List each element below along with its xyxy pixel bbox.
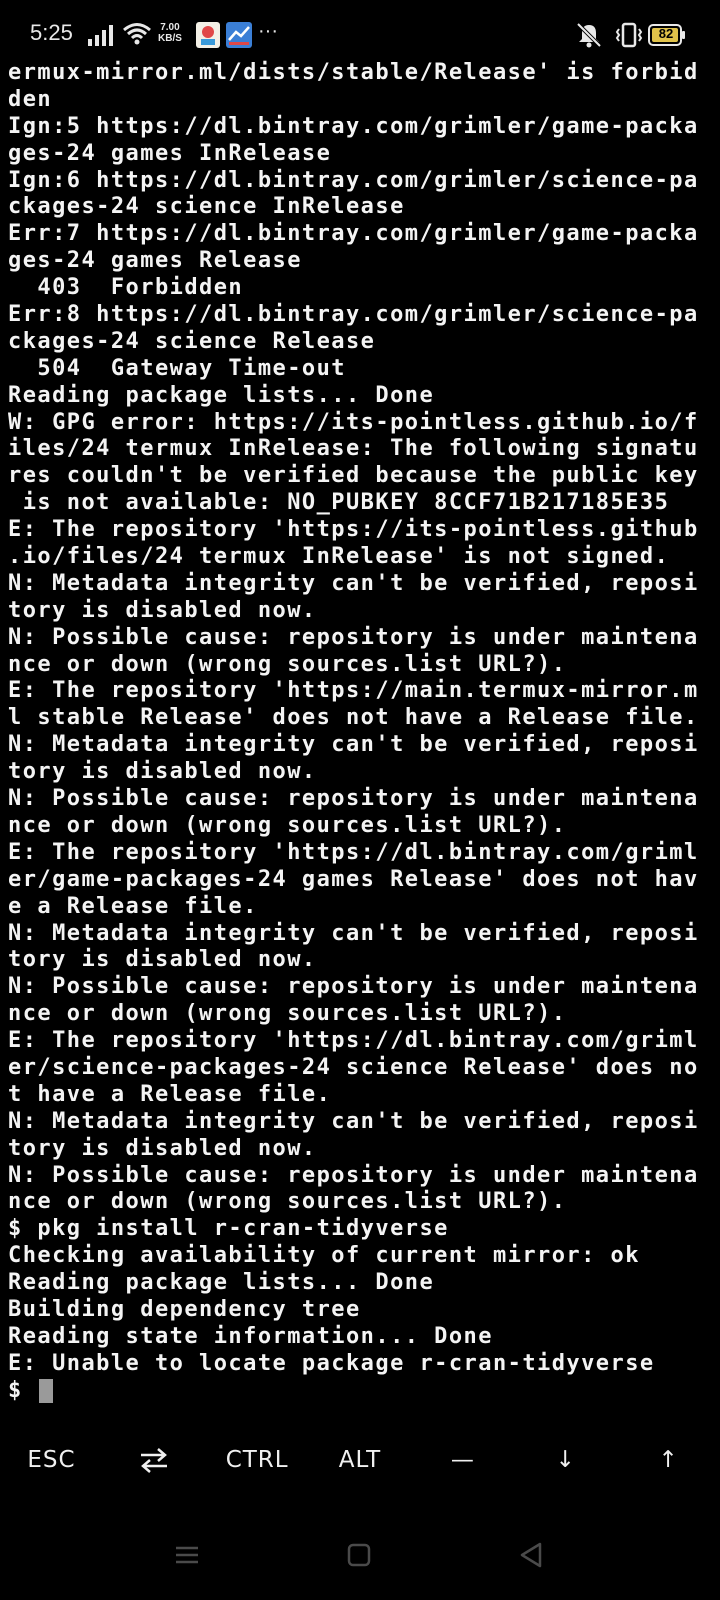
terminal-output[interactable]: ermux-mirror.ml/dists/stable/Release' is…	[0, 60, 720, 1412]
tab-arrows-icon	[141, 1448, 168, 1473]
terminal-line: N: Possible cause: repository is under m…	[8, 974, 699, 1000]
wifi-icon	[123, 23, 151, 45]
menu-icon[interactable]	[172, 1540, 202, 1570]
terminal-line: is not available: NO_PUBKEY 8CCF71B21718…	[8, 490, 670, 516]
terminal-line: ges-24 games InRelease	[8, 140, 332, 166]
network-speed-value: 7.00	[160, 22, 180, 33]
terminal-line: nce or down (wrong sources.list URL?).	[8, 651, 567, 677]
terminal-line: Checking availability of current mirror:…	[8, 1243, 640, 1269]
terminal-line: ckages-24 science InRelease	[8, 194, 405, 220]
alt-key[interactable]: ALT	[309, 1430, 412, 1490]
terminal-line: ckages-24 science Release	[8, 328, 376, 354]
ctrl-key[interactable]: CTRL	[206, 1430, 309, 1490]
home-icon[interactable]	[344, 1540, 374, 1570]
terminal-line: N: Possible cause: repository is under m…	[8, 786, 699, 812]
terminal-line: E: The repository 'https://dl.bintray.co…	[8, 839, 699, 865]
terminal-lines: ermux-mirror.ml/dists/stable/Release' is…	[0, 60, 720, 1405]
terminal-line: nce or down (wrong sources.list URL?).	[8, 812, 567, 838]
terminal-line: Ign:6 https://dl.bintray.com/grimler/sci…	[8, 167, 699, 193]
terminal-line: ermux-mirror.ml/dists/stable/Release' is…	[8, 60, 699, 85]
terminal-line: tory is disabled now.	[8, 597, 317, 623]
navigation-bar	[0, 1510, 720, 1600]
terminal-line: N: Possible cause: repository is under m…	[8, 1162, 699, 1188]
terminal-line: ges-24 games Release	[8, 248, 302, 274]
terminal-line: tory is disabled now.	[8, 947, 317, 973]
terminal-line: er/science-packages-24 science Release' …	[8, 1054, 699, 1080]
terminal-line: N: Metadata integrity can't be verified,…	[8, 920, 699, 946]
dash-key[interactable]: —	[411, 1430, 514, 1490]
terminal-line: N: Metadata integrity can't be verified,…	[8, 570, 699, 596]
up-arrow-key[interactable]: ↑	[617, 1430, 720, 1490]
terminal-line: Ign:5 https://dl.bintray.com/grimler/gam…	[8, 113, 699, 139]
terminal-line: $ pkg install r-cran-tidyverse	[8, 1216, 449, 1242]
terminal-line: W: GPG error: https://its-pointless.gith…	[8, 409, 699, 435]
terminal-line: 504 Gateway Time-out	[8, 355, 346, 381]
terminal-line: den	[8, 86, 53, 112]
network-speed: 7.00 KB/S	[158, 22, 182, 44]
notification-app-icon	[226, 22, 252, 48]
terminal-line: nce or down (wrong sources.list URL?).	[8, 1189, 567, 1215]
terminal-line: Building dependency tree	[8, 1296, 361, 1322]
terminal-line: Reading package lists... Done	[8, 382, 435, 408]
terminal-prompt-line: $	[8, 1378, 720, 1405]
network-speed-unit: KB/S	[158, 33, 182, 44]
terminal-line: N: Possible cause: repository is under m…	[8, 624, 699, 650]
mute-icon	[576, 22, 602, 48]
terminal-line: Err:8 https://dl.bintray.com/grimler/sci…	[8, 302, 699, 328]
signal-icon	[88, 25, 113, 46]
battery-level: 82	[658, 26, 674, 41]
terminal-line: Err:7 https://dl.bintray.com/grimler/gam…	[8, 221, 699, 247]
status-bar: 5:25 7.00 KB/S ··· 82	[0, 0, 720, 68]
terminal-prompt: $	[8, 1377, 38, 1403]
terminal-line: 403 Forbidden	[8, 275, 244, 301]
terminal-line: .io/files/24 termux InRelease' is not si…	[8, 544, 670, 570]
esc-key[interactable]: ESC	[0, 1430, 103, 1490]
notification-app-icon	[196, 22, 220, 48]
terminal-line: tory is disabled now.	[8, 759, 317, 785]
status-time: 5:25	[30, 20, 73, 45]
back-icon[interactable]	[516, 1540, 546, 1570]
terminal-line: l stable Release' does not have a Releas…	[8, 705, 699, 731]
extra-keys-row: ESC CTRL ALT — ↓ ↑	[0, 1430, 720, 1490]
terminal-line: e a Release file.	[8, 893, 258, 919]
terminal-line: N: Metadata integrity can't be verified,…	[8, 732, 699, 758]
terminal-line: res couldn't be verified because the pub…	[8, 463, 699, 489]
terminal-line: E: The repository 'https://its-pointless…	[8, 517, 699, 543]
terminal-cursor	[39, 1378, 54, 1403]
terminal-line: N: Metadata integrity can't be verified,…	[8, 1108, 699, 1134]
terminal-line: Reading state information... Done	[8, 1323, 493, 1349]
down-arrow-key[interactable]: ↓	[514, 1430, 617, 1490]
vibrate-icon	[615, 22, 643, 48]
more-notifications-icon: ···	[258, 20, 278, 42]
terminal-line: E: The repository 'https://main.termux-m…	[8, 678, 699, 704]
terminal-line: iles/24 termux InRelease: The following …	[8, 436, 699, 462]
terminal-line: nce or down (wrong sources.list URL?).	[8, 1001, 567, 1027]
terminal-line: tory is disabled now.	[8, 1135, 317, 1161]
terminal-line: t have a Release file.	[8, 1081, 332, 1107]
terminal-line: er/game-packages-24 games Release' does …	[8, 866, 699, 892]
tab-key[interactable]	[103, 1430, 206, 1490]
terminal-line: Reading package lists... Done	[8, 1270, 435, 1296]
terminal-line: E: Unable to locate package r-cran-tidyv…	[8, 1350, 655, 1376]
terminal-line: E: The repository 'https://dl.bintray.co…	[8, 1028, 699, 1054]
